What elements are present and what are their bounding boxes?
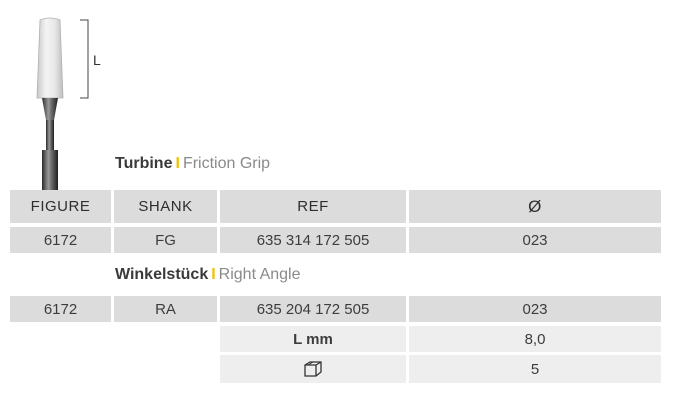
turbine-figure-cell: 6172 (10, 227, 111, 253)
winkel-figure-cell: 6172 (10, 296, 111, 322)
winkel-shank-cell: RA (114, 296, 217, 322)
header-figure: FIGURE (10, 190, 111, 223)
turbine-title: Turbine (115, 155, 173, 172)
length-spec-value: 8,0 (409, 326, 661, 352)
title-separator: I (175, 155, 180, 172)
header-ref: REF (220, 190, 406, 223)
header-shank: SHANK (114, 190, 217, 223)
length-spec-label: L mm (220, 326, 406, 352)
package-spec-label (220, 355, 406, 383)
turbine-section-title: Turbine I Friction Grip (115, 155, 270, 173)
package-icon (304, 361, 322, 377)
length-label: L (93, 52, 101, 68)
winkel-ref-cell: 635 204 172 505 (220, 296, 406, 322)
title-separator: I (211, 266, 216, 283)
winkel-section-title: Winkelstück I Right Angle (115, 266, 301, 284)
turbine-subtitle: Friction Grip (182, 155, 271, 172)
turbine-shank-cell: FG (114, 227, 217, 253)
winkel-subtitle: Right Angle (218, 266, 301, 283)
bur-illustration (36, 17, 89, 190)
winkel-title: Winkelstück (115, 266, 209, 283)
header-diameter: Ø (409, 190, 661, 223)
package-spec-value: 5 (409, 355, 661, 383)
winkel-diameter-cell: 023 (409, 296, 661, 322)
turbine-diameter-cell: 023 (409, 227, 661, 253)
turbine-ref-cell: 635 314 172 505 (220, 227, 406, 253)
